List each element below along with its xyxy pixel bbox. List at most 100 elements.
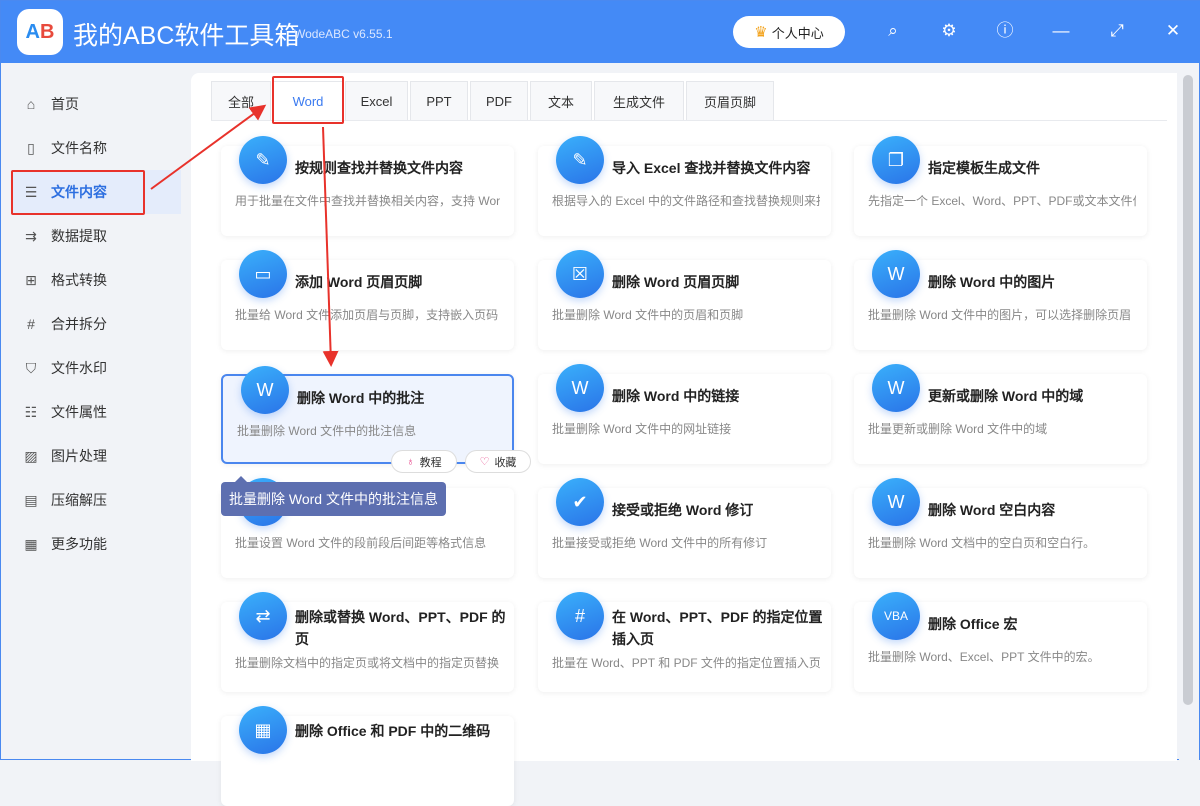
tool-title: 在 Word、PPT、PDF 的指定位置插入页 (612, 609, 823, 647)
tool-card[interactable]: ❐ 指定模板生成文件 先指定一个 Excel、Word、PPT、PDF或文本文件… (854, 136, 1147, 236)
tool-icon: ✔ (556, 478, 604, 526)
tool-description: 批量删除 Word 文档中的空白页和空白行。 (868, 536, 1096, 550)
tool-card[interactable]: W 删除 Word 中的链接 批量删除 Word 文件中的网址链接 (538, 364, 831, 464)
user-center-label: 个人中心 (771, 25, 824, 41)
heart-icon: ♡ (479, 456, 490, 468)
maximize-icon[interactable]: ⤢ (1105, 19, 1129, 43)
scrollbar-thumb[interactable] (1183, 75, 1193, 705)
tool-card[interactable]: ⇄ 删除或替换 Word、PPT、PDF 的页 批量删除文档中的指定页或将文档中… (221, 592, 514, 692)
tab-3[interactable]: PPT (410, 81, 468, 121)
sidebar-item-label: 格式转换 (51, 272, 107, 288)
sidebar-item-0[interactable]: ⌂ 首页 (11, 82, 181, 126)
sidebar-item-label: 首页 (51, 96, 79, 112)
user-center-button[interactable]: ♛ 个人中心 (733, 16, 845, 48)
annotation-box-sidebar (11, 170, 145, 215)
tab-divider (211, 120, 1167, 121)
tool-card[interactable]: W 更新或删除 Word 中的域 批量更新或删除 Word 文件中的域 (854, 364, 1147, 464)
tool-title: 指定模板生成文件 (928, 160, 1040, 176)
tab-7[interactable]: 页眉页脚 (686, 81, 774, 121)
tool-icon: ▦ (239, 706, 287, 754)
close-icon[interactable]: ✕ (1161, 19, 1185, 43)
tool-icon: W (241, 366, 289, 414)
tool-description: 用于批量在文件中查找并替换相关内容，支持 Wor (235, 194, 501, 208)
tool-title: 按规则查找并替换文件内容 (295, 160, 463, 176)
tool-description: 批量删除 Word 文件中的批注信息 (237, 424, 417, 438)
tab-5[interactable]: 文本 (530, 81, 592, 121)
tool-icon: ✎ (556, 136, 604, 184)
tool-title: 删除 Word 中的链接 (612, 388, 740, 404)
tool-icon: W (556, 364, 604, 412)
tool-title: 删除 Word 中的图片 (928, 274, 1056, 290)
tab-2[interactable]: Excel (345, 81, 408, 121)
tool-card[interactable]: ✎ 按规则查找并替换文件内容 用于批量在文件中查找并替换相关内容，支持 Wor (221, 136, 514, 236)
tool-title: 删除 Office 和 PDF 中的二维码 (295, 723, 491, 739)
sidebar-item-8[interactable]: ▨ 图片处理 (11, 434, 181, 478)
tool-description: 先指定一个 Excel、Word、PPT、PDF或文本文件作 (868, 194, 1136, 208)
sidebar-item-label: 数据提取 (51, 228, 107, 244)
tool-card[interactable]: ▭ 添加 Word 页眉页脚 批量给 Word 文件添加页眉与页脚，支持嵌入页码 (221, 250, 514, 350)
tab-0[interactable]: 全部 (211, 81, 271, 121)
crown-icon: ♛ (754, 24, 768, 41)
tool-icon: W (872, 364, 920, 412)
tool-description: 批量给 Word 文件添加页眉与页脚，支持嵌入页码 (235, 308, 499, 322)
tool-description: 批量在 Word、PPT 和 PDF 文件的指定位置插入页. (552, 656, 820, 670)
tab-4[interactable]: PDF (470, 81, 528, 121)
sidebar-item-6[interactable]: ⛉ 文件水印 (11, 346, 181, 390)
tutorial-button[interactable]: ♁ 教程 (391, 450, 457, 473)
tool-icon: W (872, 478, 920, 526)
tool-card[interactable]: VBA 删除 Office 宏 批量删除 Word、Excel、PPT 文件中的… (854, 592, 1147, 692)
home-icon: ⌂ (26, 96, 36, 112)
sidebar-item-label: 压缩解压 (51, 492, 107, 508)
tool-icon: # (556, 592, 604, 640)
tool-title: 删除 Word 中的批注 (297, 390, 425, 406)
scrollbar[interactable] (1179, 73, 1199, 761)
tool-description: 批量设置 Word 文件的段前段后间距等格式信息 (235, 536, 487, 550)
title-bar: AB 我的ABC软件工具箱 WodeABC v6.55.1 ♛ 个人中心 ⌕ ⚙ … (1, 1, 1200, 63)
tool-card[interactable]: ✎ 导入 Excel 查找并替换文件内容 根据导入的 Excel 中的文件路径和… (538, 136, 831, 236)
minimize-icon[interactable]: — (1049, 19, 1073, 43)
zip-icon: ▤ (24, 491, 38, 508)
tool-card[interactable]: ▦ 删除 Office 和 PDF 中的二维码 (221, 706, 514, 806)
tool-title: 接受或拒绝 Word 修订 (612, 502, 754, 518)
tool-card[interactable]: ✔ 接受或拒绝 Word 修订 批量接受或拒绝 Word 文件中的所有修订 (538, 478, 831, 578)
app-logo: AB (17, 9, 63, 55)
tool-description: 批量删除 Word 文件中的网址链接 (552, 422, 732, 436)
sidebar-item-label: 文件水印 (51, 360, 107, 376)
tool-title: 删除 Office 宏 (928, 616, 1018, 632)
tool-card[interactable]: W 删除 Word 空白内容 批量删除 Word 文档中的空白页和空白行。 (854, 478, 1147, 578)
sidebar-item-9[interactable]: ▤ 压缩解压 (11, 478, 181, 522)
hash-icon: # (27, 316, 35, 332)
sidebar-item-1[interactable]: ▯ 文件名称 (11, 126, 181, 170)
tab-6[interactable]: 生成文件 (594, 81, 684, 121)
sidebar-item-label: 合并拆分 (51, 316, 107, 332)
extract-icon: ⇉ (25, 227, 37, 244)
grid-icon: ▦ (24, 535, 38, 552)
sidebar-item-5[interactable]: # 合并拆分 (11, 302, 181, 346)
tool-card[interactable]: # 在 Word、PPT、PDF 的指定位置插入页 批量在 Word、PPT 和… (538, 592, 831, 692)
tool-description: 批量更新或删除 Word 文件中的域 (868, 422, 1048, 436)
tool-icon: ⇄ (239, 592, 287, 640)
gear-icon[interactable]: ⚙ (937, 19, 961, 43)
sidebar-item-7[interactable]: ☷ 文件属性 (11, 390, 181, 434)
sidebar-item-label: 更多功能 (51, 536, 107, 552)
sidebar-item-3[interactable]: ⇉ 数据提取 (11, 214, 181, 258)
sidebar-item-label: 文件名称 (51, 140, 107, 156)
sidebar-item-4[interactable]: ⊞ 格式转换 (11, 258, 181, 302)
tool-title: 删除 Word 空白内容 (928, 502, 1056, 518)
help-icon[interactable]: ⓘ (993, 19, 1017, 43)
sidebar-item-label: 文件属性 (51, 404, 107, 420)
tool-card[interactable]: W 删除 Word 中的图片 批量删除 Word 文件中的图片，可以选择删除页眉 (854, 250, 1147, 350)
tool-icon: ✎ (239, 136, 287, 184)
tool-card[interactable]: ☒ 删除 Word 页眉页脚 批量删除 Word 文件中的页眉和页脚 (538, 250, 831, 350)
shield-icon: ⛉ (25, 359, 37, 376)
properties-icon: ☷ (24, 403, 38, 420)
image-icon: ▨ (24, 447, 38, 464)
tool-icon: ❐ (872, 136, 920, 184)
tool-title: 删除 Word 页眉页脚 (612, 274, 740, 290)
sidebar-item-10[interactable]: ▦ 更多功能 (11, 522, 181, 566)
search-icon[interactable]: ⌕ (881, 19, 905, 43)
sidebar-item-label: 图片处理 (51, 448, 107, 464)
tool-description: 批量删除文档中的指定页或将文档中的指定页替换 (235, 656, 500, 670)
favorite-button[interactable]: ♡ 收藏 (465, 450, 531, 473)
tool-description: 批量删除 Word、Excel、PPT 文件中的宏。 (868, 650, 1100, 664)
